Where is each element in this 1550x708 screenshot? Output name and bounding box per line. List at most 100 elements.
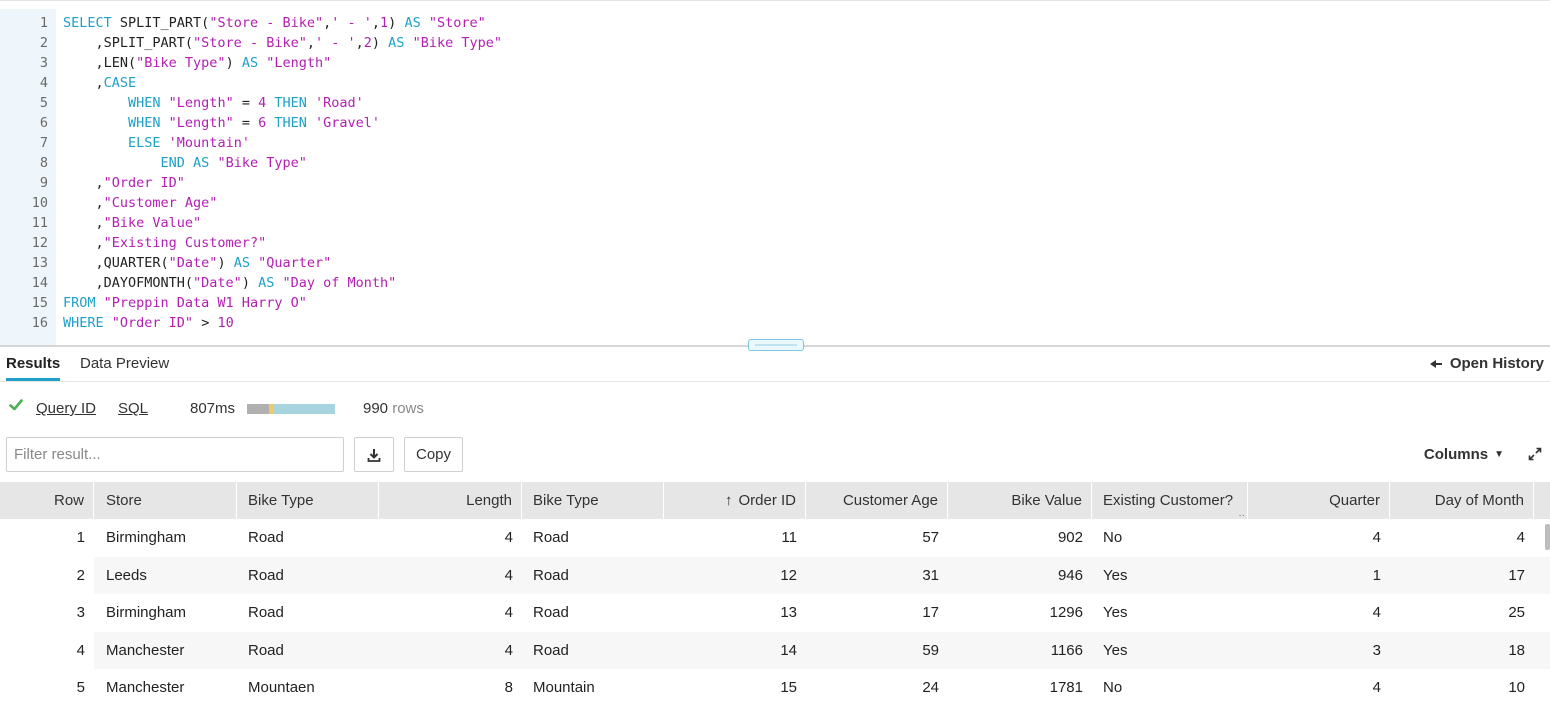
code-line[interactable]: 3 ,LEN("Bike Type") AS "Length" xyxy=(0,53,1550,73)
cell-customer-age[interactable]: 57 xyxy=(808,519,948,557)
expand-icon[interactable] xyxy=(1528,447,1542,461)
cell-bike-type[interactable]: Mountaen xyxy=(239,669,379,707)
cell-length[interactable]: 4 xyxy=(381,519,522,557)
cell-store[interactable]: Manchester xyxy=(97,632,237,670)
cell-existing-customer[interactable]: Yes xyxy=(1094,557,1248,595)
column-header-customer-age[interactable]: Customer Age xyxy=(808,482,948,519)
cell-day-of-month[interactable]: 10 xyxy=(1392,669,1534,707)
cell-store[interactable]: Leeds xyxy=(97,557,237,595)
cell-bike-type[interactable]: Road xyxy=(239,632,379,670)
code-line[interactable]: 10 ,"Customer Age" xyxy=(0,193,1550,213)
cell-quarter[interactable]: 4 xyxy=(1250,519,1390,557)
cell-order-id[interactable]: 11 xyxy=(666,519,806,557)
cell-quarter[interactable]: 4 xyxy=(1250,669,1390,707)
cell-order-id[interactable]: 12 xyxy=(666,557,806,595)
tab-data-preview[interactable]: Data Preview xyxy=(80,355,169,372)
table-row[interactable]: 1 Birmingham Road 4 Road 11 57 902 No 4 4 xyxy=(0,519,1550,557)
code-line[interactable]: 16 WHERE "Order ID" > 10 xyxy=(0,313,1550,333)
sql-editor[interactable]: 1 SELECT SPLIT_PART("Store - Bike",' - ',… xyxy=(0,0,1550,347)
cell-length[interactable]: 4 xyxy=(381,594,522,632)
table-row[interactable]: 5 Manchester Mountaen 8 Mountain 15 24 1781 No 4 1… xyxy=(0,669,1550,707)
cell-row[interactable]: 1 xyxy=(0,519,94,557)
cell-day-of-month[interactable]: 25 xyxy=(1392,594,1534,632)
table-row[interactable]: 3 Birmingham Road 4 Road 13 17 1296 Yes 4 25 xyxy=(0,594,1550,632)
code-line[interactable]: 12 ,"Existing Customer?" xyxy=(0,233,1550,253)
filter-result-input[interactable] xyxy=(6,437,344,472)
code-line[interactable]: 9 ,"Order ID" xyxy=(0,173,1550,193)
column-header-store[interactable]: Store xyxy=(97,482,237,519)
cell-order-id[interactable]: 14 xyxy=(666,632,806,670)
cell-customer-age[interactable]: 17 xyxy=(808,594,948,632)
column-header-quarter[interactable]: Quarter xyxy=(1250,482,1390,519)
cell-quarter[interactable]: 3 xyxy=(1250,632,1390,670)
code-line[interactable]: 1 SELECT SPLIT_PART("Store - Bike",' - ',… xyxy=(0,13,1550,33)
code-line[interactable]: 6 WHEN "Length" = 6 THEN 'Gravel' xyxy=(0,113,1550,133)
cell-existing-customer[interactable]: No xyxy=(1094,519,1248,557)
download-button[interactable] xyxy=(354,437,394,472)
cell-length[interactable]: 4 xyxy=(381,632,522,670)
cell-bike-value[interactable]: 1781 xyxy=(950,669,1092,707)
cell-order-id[interactable]: 13 xyxy=(666,594,806,632)
cell-bike-type-case[interactable]: Road xyxy=(524,632,664,670)
column-header-row[interactable]: Row xyxy=(0,482,94,519)
column-header-day-of-month[interactable]: Day of Month xyxy=(1392,482,1534,519)
sql-link[interactable]: SQL xyxy=(118,400,148,417)
code-line[interactable]: 15 FROM "Preppin Data W1 Harry O" xyxy=(0,293,1550,313)
cell-bike-type[interactable]: Road xyxy=(239,557,379,595)
cell-existing-customer[interactable]: Yes xyxy=(1094,594,1248,632)
cell-store[interactable]: Manchester xyxy=(97,669,237,707)
code-line[interactable]: 14 ,DAYOFMONTH("Date") AS "Day of Month" xyxy=(0,273,1550,293)
code-line[interactable]: 11 ,"Bike Value" xyxy=(0,213,1550,233)
code-line[interactable]: 2 ,SPLIT_PART("Store - Bike",' - ',2) AS… xyxy=(0,33,1550,53)
cell-customer-age[interactable]: 24 xyxy=(808,669,948,707)
column-header-existing-customer[interactable]: Existing Customer? ·· xyxy=(1094,482,1248,519)
cell-quarter[interactable]: 1 xyxy=(1250,557,1390,595)
cell-bike-type-case[interactable]: Road xyxy=(524,519,664,557)
cell-customer-age[interactable]: 59 xyxy=(808,632,948,670)
cell-bike-value[interactable]: 946 xyxy=(950,557,1092,595)
cell-length[interactable]: 4 xyxy=(381,557,522,595)
cell-existing-customer[interactable]: Yes xyxy=(1094,632,1248,670)
columns-dropdown[interactable]: Columns ▼ xyxy=(1424,446,1504,463)
tab-results[interactable]: Results xyxy=(6,355,60,372)
cell-row[interactable]: 3 xyxy=(0,594,94,632)
cell-bike-type[interactable]: Road xyxy=(239,519,379,557)
cell-existing-customer[interactable]: No xyxy=(1094,669,1248,707)
table-row[interactable]: 4 Manchester Road 4 Road 14 59 1166 Yes 3 18 xyxy=(0,631,1550,670)
results-table[interactable]: Row Store Bike Type Length Bike Type ↑ Order I… xyxy=(0,482,1550,708)
table-row[interactable]: 2 Leeds Road 4 Road 12 31 946 Yes 1 17 xyxy=(0,556,1550,595)
cell-bike-type-case[interactable]: Road xyxy=(524,594,664,632)
column-resize-handle[interactable]: ·· xyxy=(1238,511,1245,520)
code-line[interactable]: 5 WHEN "Length" = 4 THEN 'Road' xyxy=(0,93,1550,113)
cell-bike-type-case[interactable]: Road xyxy=(524,557,664,595)
cell-row[interactable]: 5 xyxy=(0,669,94,707)
cell-bike-value[interactable]: 902 xyxy=(950,519,1092,557)
code-line[interactable]: 7 ELSE 'Mountain' xyxy=(0,133,1550,153)
cell-day-of-month[interactable]: 17 xyxy=(1392,557,1534,595)
cell-store[interactable]: Birmingham xyxy=(97,519,237,557)
column-header-order-id[interactable]: ↑ Order ID xyxy=(666,482,806,519)
copy-button[interactable]: Copy xyxy=(404,437,463,472)
column-header-bike-type[interactable]: Bike Type xyxy=(239,482,379,519)
cell-bike-type-case[interactable]: Mountain xyxy=(524,669,664,707)
table-scrollbar[interactable] xyxy=(1545,524,1550,550)
cell-bike-value[interactable]: 1296 xyxy=(950,594,1092,632)
cell-store[interactable]: Birmingham xyxy=(97,594,237,632)
code-line[interactable]: 13 ,QUARTER("Date") AS "Quarter" xyxy=(0,253,1550,273)
query-id-link[interactable]: Query ID xyxy=(36,400,96,417)
cell-length[interactable]: 8 xyxy=(381,669,522,707)
cell-quarter[interactable]: 4 xyxy=(1250,594,1390,632)
cell-customer-age[interactable]: 31 xyxy=(808,557,948,595)
cell-day-of-month[interactable]: 18 xyxy=(1392,632,1534,670)
cell-day-of-month[interactable]: 4 xyxy=(1392,519,1534,557)
cell-row[interactable]: 4 xyxy=(0,631,94,669)
cell-order-id[interactable]: 15 xyxy=(666,669,806,707)
column-header-length[interactable]: Length xyxy=(381,482,522,519)
cell-bike-value[interactable]: 1166 xyxy=(950,632,1092,670)
code-line[interactable]: 4 ,CASE xyxy=(0,73,1550,93)
column-header-bike-value[interactable]: Bike Value xyxy=(950,482,1092,519)
open-history-button[interactable]: Open History xyxy=(1429,355,1544,372)
cell-bike-type[interactable]: Road xyxy=(239,594,379,632)
code-line[interactable]: 8 END AS "Bike Type" xyxy=(0,153,1550,173)
column-header-bike-type-case[interactable]: Bike Type xyxy=(524,482,664,519)
